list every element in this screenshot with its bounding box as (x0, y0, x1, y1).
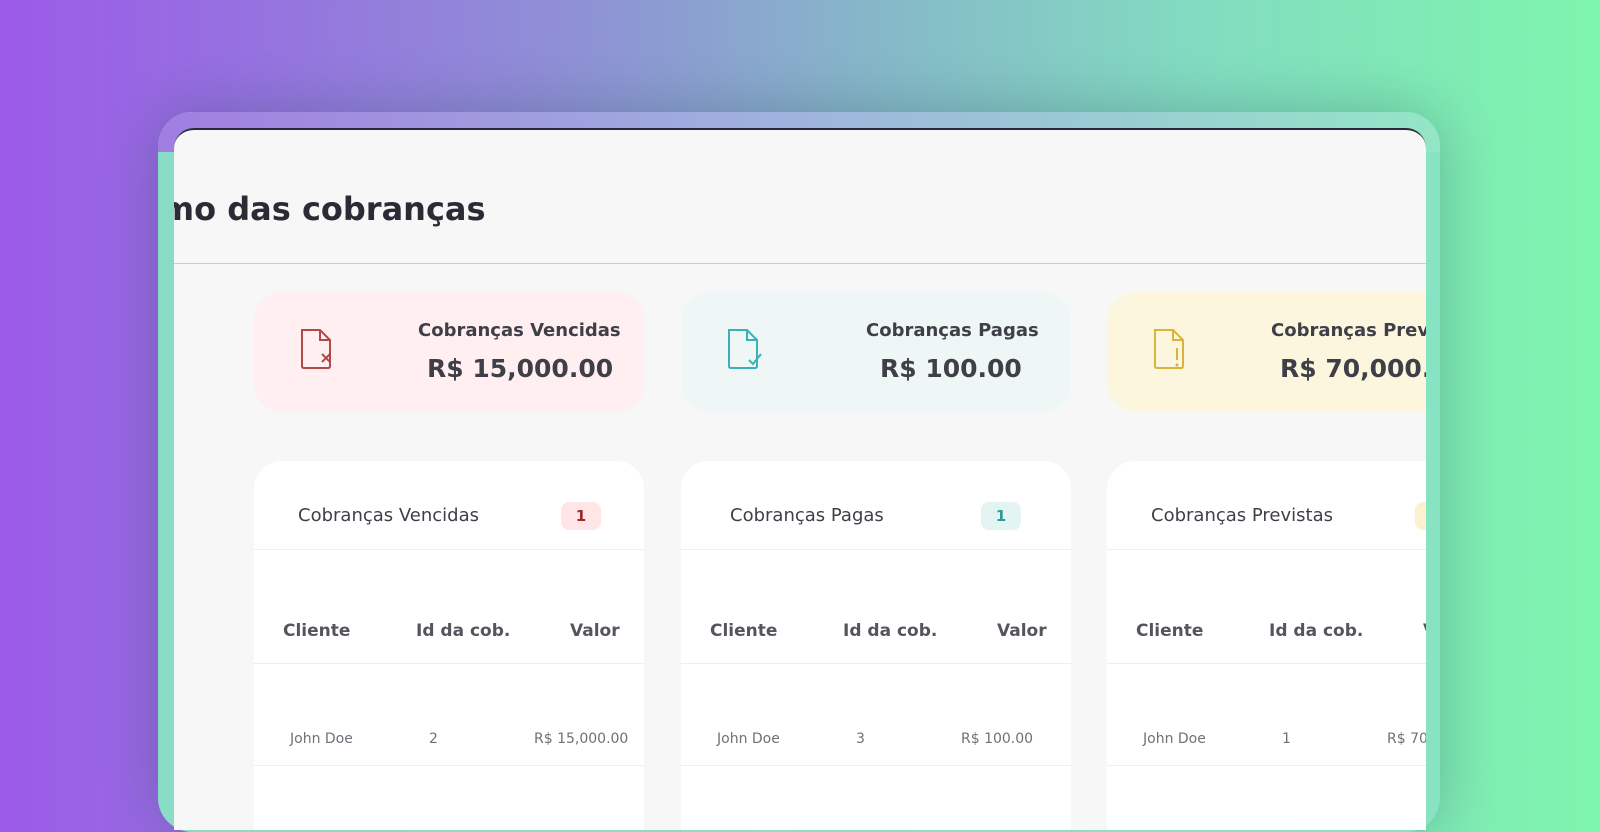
column-header-valor[interactable]: Valor (570, 621, 620, 641)
summary-card-overdue[interactable]: Cobranças Vencidas R$ 15,000.00 (254, 292, 644, 412)
divider (681, 663, 1071, 664)
summary-value: R$ 70,000.0 (1280, 354, 1426, 383)
header-divider (174, 263, 1426, 264)
summary-card-paid[interactable]: Cobranças Pagas R$ 100.00 (681, 292, 1071, 412)
divider (254, 765, 644, 766)
column-header-valor[interactable]: V (1423, 621, 1426, 641)
divider (681, 765, 1071, 766)
summary-card-expected[interactable]: Cobranças Previs R$ 70,000.0 (1107, 292, 1426, 412)
app-screen: umo das cobranças Cobranças Vencidas R$ … (174, 128, 1426, 830)
table-cell-valor[interactable]: R$ 70 (1387, 731, 1426, 747)
column-header-cliente[interactable]: Cliente (1136, 621, 1203, 641)
card-title: Cobranças Previstas (1151, 505, 1333, 526)
count-badge (1415, 502, 1426, 530)
table-cell-cliente[interactable]: John Doe (717, 731, 780, 747)
table-cell-id[interactable]: 1 (1282, 731, 1291, 747)
table-card-expected: Cobranças Previstas Cliente Id da cob. V… (1107, 461, 1426, 830)
column-header-id[interactable]: Id da cob. (1269, 621, 1363, 641)
summary-value: R$ 15,000.00 (427, 354, 614, 383)
divider (1107, 765, 1426, 766)
summary-label: Cobranças Pagas (866, 320, 1039, 341)
column-header-id[interactable]: Id da cob. (416, 621, 510, 641)
file-x-icon (301, 329, 331, 369)
table-card-paid: Cobranças Pagas 1 Cliente Id da cob. Val… (681, 461, 1071, 830)
count-badge: 1 (561, 502, 601, 530)
table-cell-valor[interactable]: R$ 100.00 (961, 731, 1033, 747)
summary-label: Cobranças Previs (1271, 320, 1426, 341)
card-title: Cobranças Vencidas (298, 505, 480, 526)
card-title: Cobranças Pagas (730, 505, 884, 526)
divider (1107, 549, 1426, 550)
table-cell-id[interactable]: 2 (429, 731, 438, 747)
divider (681, 549, 1071, 550)
summary-label: Cobranças Vencidas (418, 320, 621, 341)
file-check-icon (728, 329, 762, 369)
divider (254, 663, 644, 664)
column-header-cliente[interactable]: Cliente (710, 621, 777, 641)
column-header-id[interactable]: Id da cob. (843, 621, 937, 641)
divider (1107, 663, 1426, 664)
column-header-cliente[interactable]: Cliente (283, 621, 350, 641)
table-card-overdue: Cobranças Vencidas 1 Cliente Id da cob. … (254, 461, 644, 830)
file-alert-icon (1154, 329, 1184, 369)
column-header-valor[interactable]: Valor (997, 621, 1047, 641)
table-cell-cliente[interactable]: John Doe (1143, 731, 1206, 747)
table-cell-id[interactable]: 3 (856, 731, 865, 747)
table-cell-cliente[interactable]: John Doe (290, 731, 353, 747)
count-badge: 1 (981, 502, 1021, 530)
divider (254, 549, 644, 550)
table-cell-valor[interactable]: R$ 15,000.00 (534, 731, 628, 747)
summary-value: R$ 100.00 (880, 354, 1022, 383)
page-title: umo das cobranças (174, 190, 486, 228)
